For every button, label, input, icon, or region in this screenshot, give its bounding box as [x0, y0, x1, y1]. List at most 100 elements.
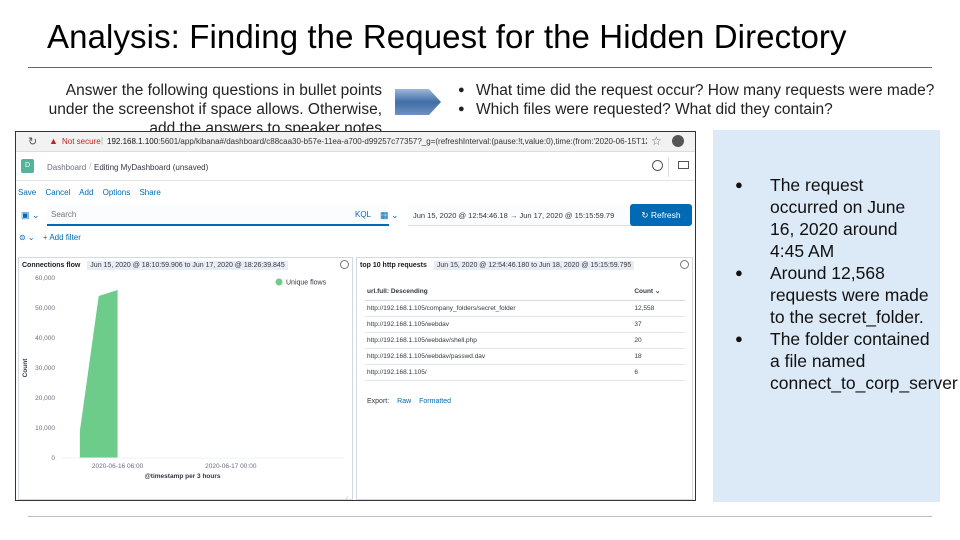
resize-handle-icon: ⌟ [345, 494, 348, 500]
answer-item: The folder contained a file named connec… [735, 328, 958, 394]
instructions-text: Answer the following questions in bullet… [48, 82, 382, 133]
row-url: http://192.168.1.105/ [365, 364, 633, 381]
search-input[interactable] [47, 204, 347, 225]
legend-label: Unique flows [286, 280, 327, 287]
add-filter-link[interactable]: + Add filter [43, 233, 81, 242]
row-url: http://192.168.1.105/webdav/passwd.dav [365, 348, 633, 365]
x-axis-label: @timestamp per 3 hours [144, 473, 220, 480]
row-url: http://192.168.1.105/company_folders/sec… [365, 300, 633, 317]
question-item: Which files were requested? What did the… [458, 100, 934, 119]
title-divider [28, 67, 932, 68]
column-header-url[interactable]: url.full: Descending [365, 282, 633, 301]
y-tick-label: 20,000 [35, 395, 55, 402]
top-requests-panel: top 10 http requests Jun 15, 2020 @ 12:5… [356, 257, 693, 500]
panel-title: Connections flow Jun 15, 2020 @ 18:10:59… [19, 258, 352, 272]
export-raw-link[interactable]: Raw [397, 398, 411, 405]
y-tick-label: 40,000 [35, 335, 55, 342]
date-range-picker[interactable]: Jun 15, 2020 @ 12:54:46.18 → Jun 17, 202… [408, 204, 632, 226]
legend-swatch [275, 278, 283, 286]
panel-time-badge: Jun 15, 2020 @ 12:54:46.180 to Jun 18, 2… [433, 261, 635, 270]
row-count: 12,558 [632, 300, 685, 317]
query-bar: ▣ ⌄ KQL ▦ ⌄ Jun 15, 2020 @ 12:54:46.18 →… [16, 204, 695, 230]
kql-toggle[interactable]: KQL [355, 210, 371, 219]
refresh-label: Refresh [650, 210, 681, 220]
refresh-button[interactable]: ↻ Refresh [630, 204, 692, 226]
slide-title: Analysis: Finding the Request for the Hi… [47, 18, 847, 55]
browser-address-bar: ↻ ▲ Not secure | 192.168.1.100:5601/app/… [16, 132, 695, 152]
connections-flow-panel: Connections flow Jun 15, 2020 @ 18:10:59… [18, 257, 353, 500]
filter-row: ⊜ ⌄ + Add filter [19, 233, 81, 242]
url-separator: | [101, 136, 104, 145]
refresh-icon: ↻ [641, 210, 651, 220]
menu-cancel[interactable]: Cancel [45, 188, 70, 197]
breadcrumb-separator: / [89, 162, 92, 171]
column-header-count-label: Count [634, 288, 654, 295]
menu-options[interactable]: Options [103, 188, 131, 197]
panel-title-text: top 10 http requests [360, 262, 427, 269]
panel-gear-icon[interactable] [680, 260, 689, 269]
row-url: http://192.168.1.105/webdav/shell.php [365, 332, 633, 349]
footer-divider [28, 516, 932, 517]
table-row[interactable]: http://192.168.1.105/webdav/passwd.dav 18 [365, 348, 685, 365]
row-count: 18 [632, 348, 685, 365]
menu-save[interactable]: Save [18, 188, 36, 197]
table-row[interactable]: http://192.168.1.105/webdav/shell.php 20 [365, 332, 685, 349]
search-input-wrapper [47, 204, 389, 226]
row-url: http://192.168.1.105/webdav [365, 316, 633, 333]
area-series-unique-flows [79, 290, 118, 458]
panel-time-badge: Jun 15, 2020 @ 18:10:59.906 to Jun 17, 2… [87, 261, 288, 270]
kibana-header: D Dashboard / Editing MyDashboard (unsav… [16, 153, 695, 181]
row-count: 6 [632, 364, 685, 381]
x-tick-label: 2020-06-17 00:00 [205, 463, 257, 470]
table-row[interactable]: http://192.168.1.105/6 [365, 364, 685, 381]
account-icon[interactable] [672, 135, 684, 147]
requests-table: url.full: Descending Count ⌄ http://192.… [365, 282, 685, 381]
menu-share[interactable]: Share [139, 188, 160, 197]
date-from[interactable]: Jun 15, 2020 @ 12:54:46.18 [413, 211, 508, 220]
kibana-logo[interactable]: D [21, 159, 34, 173]
y-tick-label: 30,000 [35, 365, 55, 372]
date-to[interactable]: Jun 17, 2020 @ 15:15:59.79 [519, 211, 614, 220]
export-row: Export: Raw Formatted [367, 398, 451, 405]
arrow-icon [395, 89, 441, 115]
breadcrumb-dashboard[interactable]: Dashboard [47, 163, 86, 172]
warning-icon: ▲ [49, 136, 58, 146]
filter-options-icon[interactable]: ⊜ ⌄ [19, 233, 35, 242]
answers-box: The request occurred on June 16, 2020 ar… [713, 130, 958, 502]
sort-desc-icon: ⌄ [654, 288, 661, 295]
reload-icon[interactable]: ↻ [28, 135, 37, 148]
answer-item: The request occurred on June 16, 2020 ar… [735, 174, 930, 262]
answer-list: The request occurred on June 16, 2020 ar… [735, 174, 958, 394]
calendar-icon[interactable]: ▦ ⌄ [380, 210, 399, 221]
question-list: What time did the request occur? How man… [458, 81, 934, 119]
y-axis-label: Count [22, 358, 29, 378]
column-header-count[interactable]: Count ⌄ [632, 282, 685, 301]
row-count: 37 [632, 316, 685, 333]
panel-title: top 10 http requests Jun 15, 2020 @ 12:5… [357, 258, 692, 272]
url-path: :5601/app/kibana#/dashboard/c88caa30-b57… [158, 137, 647, 146]
y-tick-label: 10,000 [35, 425, 55, 432]
help-icon[interactable] [652, 160, 663, 171]
url-text[interactable]: 192.168.1.100:5601/app/kibana#/dashboard… [107, 137, 647, 146]
dashboard-menu: Save Cancel Add Options Share [18, 188, 168, 197]
mail-icon[interactable] [678, 161, 689, 169]
connections-chart: 0 10,000 20,000 30,000 40,000 50,000 60,000 Cou… [22, 275, 348, 500]
table-row[interactable]: http://192.168.1.105/webdav 37 [365, 316, 685, 333]
row-count: 20 [632, 332, 685, 349]
table-row[interactable]: http://192.168.1.105/company_folders/sec… [365, 300, 685, 317]
breadcrumb-current: Editing MyDashboard (unsaved) [94, 163, 209, 172]
header-divider [668, 157, 669, 177]
y-tick-label: 0 [51, 455, 55, 462]
bookmark-star-icon[interactable]: ☆ [651, 134, 662, 148]
y-tick-label: 60,000 [35, 275, 55, 282]
question-item: What time did the request occur? How man… [458, 81, 934, 100]
panel-gear-icon[interactable] [340, 260, 349, 269]
saved-query-icon[interactable]: ▣ ⌄ [21, 210, 40, 221]
url-host: 192.168.1.100 [107, 137, 159, 146]
menu-add[interactable]: Add [79, 188, 93, 197]
export-label: Export: [367, 398, 390, 405]
security-label: Not secure [62, 137, 101, 146]
kibana-screenshot: ↻ ▲ Not secure | 192.168.1.100:5601/app/… [15, 131, 696, 501]
panel-title-text: Connections flow [22, 262, 81, 269]
export-formatted-link[interactable]: Formatted [419, 398, 451, 405]
